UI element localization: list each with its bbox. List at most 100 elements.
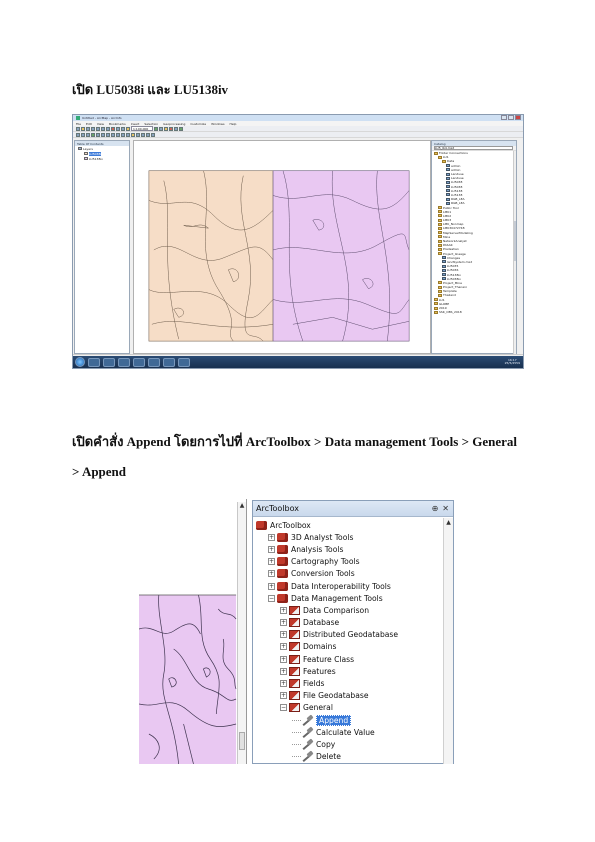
- expand-icon[interactable]: +: [268, 545, 275, 553]
- clear-selection-icon[interactable]: [121, 132, 125, 137]
- cut-icon[interactable]: [96, 126, 100, 131]
- expand-icon[interactable]: +: [268, 570, 275, 578]
- toolbox-tree-item[interactable]: ArcToolbox: [253, 519, 443, 531]
- toolbox-tree-item[interactable]: + File Geodatabase: [253, 690, 443, 702]
- identify-icon[interactable]: [131, 132, 135, 137]
- menu-item-geoprocessing[interactable]: Geoprocessing: [163, 122, 185, 126]
- media-taskbar-icon[interactable]: [148, 357, 160, 367]
- word-taskbar-icon[interactable]: [163, 357, 175, 367]
- modelbuilder-icon[interactable]: [179, 126, 183, 131]
- new-icon[interactable]: [76, 126, 80, 131]
- fixed-zoom-in-icon[interactable]: [96, 132, 100, 137]
- catalog-icon[interactable]: [164, 126, 168, 131]
- arcmap-taskbar-icon[interactable]: [178, 357, 190, 367]
- catalog-location-input[interactable]: LU5_lb4.mxd: [434, 146, 513, 150]
- arctoolbox-icon[interactable]: [169, 126, 173, 131]
- menu-item-edit[interactable]: Edit: [86, 122, 92, 126]
- taskbar-clock[interactable]: 16:17 25/5/2559: [505, 358, 520, 366]
- map-scroll-thumb[interactable]: [239, 732, 245, 750]
- save-icon[interactable]: [86, 126, 90, 131]
- menu-item-help[interactable]: Help: [230, 122, 237, 126]
- expand-icon[interactable]: +: [280, 692, 287, 700]
- delete-icon[interactable]: [111, 126, 115, 131]
- toolbox-tree-item[interactable]: +3D Analyst Tools: [253, 531, 443, 543]
- explorer-taskbar-icon[interactable]: [103, 357, 115, 367]
- undo-icon[interactable]: [116, 126, 120, 131]
- toolbox-tree-item[interactable]: − General: [253, 702, 443, 714]
- toolbox-tree-item[interactable]: + Analysis Tools: [253, 543, 443, 555]
- menu-item-bookmarks[interactable]: Bookmarks: [109, 122, 126, 126]
- expand-icon[interactable]: +: [280, 619, 287, 627]
- toolbox-tree-item[interactable]: + Feature Class: [253, 653, 443, 665]
- expand-icon[interactable]: +: [268, 533, 275, 541]
- collapse-icon[interactable]: −: [268, 594, 275, 602]
- folder-taskbar-icon[interactable]: [133, 357, 145, 367]
- expand-icon[interactable]: +: [280, 643, 287, 651]
- python-icon[interactable]: [174, 126, 178, 131]
- select-features-icon[interactable]: [116, 132, 120, 137]
- ie-taskbar-icon[interactable]: [88, 357, 100, 367]
- toolbox-tree-item[interactable]: − Data Management Tools: [253, 592, 443, 604]
- close-icon[interactable]: [515, 115, 521, 120]
- back-icon[interactable]: [106, 132, 110, 137]
- editor-icon[interactable]: [154, 126, 158, 131]
- catalog-scroll-thumb[interactable]: [514, 221, 516, 261]
- full-extent-icon[interactable]: [91, 132, 95, 137]
- toolbox-tree-item[interactable]: Calculate Value: [253, 726, 443, 738]
- forward-icon[interactable]: [111, 132, 115, 137]
- menu-item-insert[interactable]: Insert: [131, 122, 140, 126]
- toolbox-tree-item[interactable]: Append: [253, 714, 443, 726]
- expand-icon[interactable]: +: [280, 680, 287, 688]
- catalog-scrollbar[interactable]: [513, 151, 516, 354]
- menu-item-windows[interactable]: Windows: [211, 122, 224, 126]
- maximize-icon[interactable]: [508, 115, 514, 120]
- html-popup-icon[interactable]: [151, 132, 155, 137]
- toolbox-tree-item[interactable]: + Cartography Tools: [253, 556, 443, 568]
- expand-icon[interactable]: +: [268, 582, 275, 590]
- menu-item-customize[interactable]: Customize: [190, 122, 206, 126]
- toolbox-tree-item[interactable]: + Conversion Tools: [253, 568, 443, 580]
- zoom-in-icon[interactable]: [76, 132, 80, 137]
- expand-icon[interactable]: +: [280, 667, 287, 675]
- hyperlink-icon[interactable]: [146, 132, 150, 137]
- table-of-contents-icon[interactable]: [159, 126, 163, 131]
- toolbox-tree-item[interactable]: Delete: [253, 751, 443, 763]
- toolbox-tree-item[interactable]: + Database: [253, 617, 443, 629]
- select-elements-icon[interactable]: [126, 132, 130, 137]
- copy-icon[interactable]: [101, 126, 105, 131]
- fixed-zoom-out-icon[interactable]: [101, 132, 105, 137]
- map-scrollbar[interactable]: ▲: [237, 502, 246, 764]
- toolbox-tree-item[interactable]: Copy: [253, 738, 443, 750]
- expand-icon[interactable]: +: [268, 558, 275, 566]
- toolbox-tree-item[interactable]: + Domains: [253, 641, 443, 653]
- open-icon[interactable]: [81, 126, 85, 131]
- toolbox-tree-item[interactable]: + Features: [253, 665, 443, 677]
- menu-item-selection[interactable]: Selection: [144, 122, 158, 126]
- redo-icon[interactable]: [121, 126, 125, 131]
- map-view-zoomed[interactable]: [139, 499, 247, 764]
- add-data-icon[interactable]: [126, 126, 130, 131]
- pin-icon[interactable]: ⊕: [432, 504, 439, 513]
- menu-item-file[interactable]: File: [76, 122, 81, 126]
- toolbox-tree-item[interactable]: + Fields: [253, 677, 443, 689]
- scroll-up-icon[interactable]: ▲: [444, 518, 453, 527]
- minimize-icon[interactable]: [501, 115, 507, 120]
- menu-item-view[interactable]: View: [97, 122, 104, 126]
- print-icon[interactable]: [91, 126, 95, 131]
- expand-icon[interactable]: +: [280, 606, 287, 614]
- toolbox-tree-item[interactable]: + Data Comparison: [253, 604, 443, 616]
- toolbox-tree-item[interactable]: + Data Interoperability Tools: [253, 580, 443, 592]
- zoom-out-icon[interactable]: [81, 132, 85, 137]
- scroll-up-icon[interactable]: ▲: [238, 502, 246, 510]
- find-icon[interactable]: [136, 132, 140, 137]
- close-icon[interactable]: ✕: [442, 504, 449, 513]
- measure-icon[interactable]: [141, 132, 145, 137]
- expand-icon[interactable]: +: [280, 655, 287, 663]
- collapse-icon[interactable]: −: [280, 704, 287, 712]
- start-button-icon[interactable]: [75, 357, 85, 367]
- toolbox-tree-item[interactable]: + Distributed Geodatabase: [253, 629, 443, 641]
- expand-icon[interactable]: +: [280, 631, 287, 639]
- chrome-taskbar-icon[interactable]: [118, 357, 130, 367]
- pan-icon[interactable]: [86, 132, 90, 137]
- paste-icon[interactable]: [106, 126, 110, 131]
